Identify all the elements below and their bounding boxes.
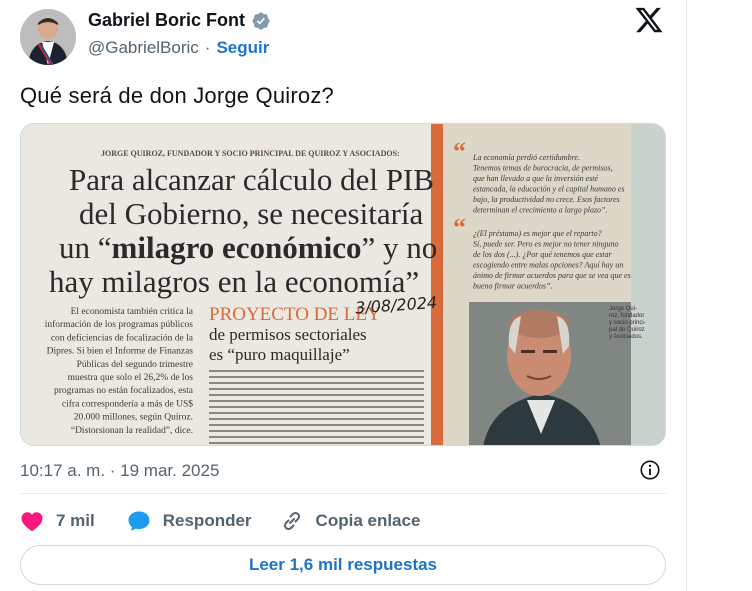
column-divider: [686, 0, 687, 591]
clip-left-column-line: información de los programas públicos: [45, 319, 194, 330]
divider: [20, 493, 666, 494]
clip-left-column-line: Dipres. Si bien el Informe de Finanzas: [47, 346, 194, 357]
clip-quote-2-line: bueno firmar acuerdos”.: [473, 282, 552, 291]
x-logo-icon[interactable]: [634, 5, 664, 35]
heart-icon: [21, 512, 43, 532]
reply-button[interactable]: Responder: [127, 510, 252, 532]
reply-bubble-icon: [128, 511, 150, 531]
clip-quote-1-line: La economía perdió certidumbre.: [472, 153, 580, 162]
follow-button[interactable]: Seguir: [216, 38, 269, 58]
copy-link-label: Copia enlace: [315, 511, 421, 530]
clip-quote-2-line: ánimo de firmar acuerdos para que se vea…: [473, 271, 631, 280]
clip-left-column-line: cifra correspondería a más de US$: [62, 398, 193, 409]
clip-quote-2-line: escogiendo entre malas opciones? Aquí ha…: [473, 261, 623, 270]
link-icon: [283, 511, 300, 531]
verified-badge-icon: [252, 11, 270, 30]
clip-left-column-line: El economista también critica la: [71, 307, 194, 317]
clip-quote-1-line: que han llevado a que la inversión esté: [473, 174, 599, 183]
read-replies-button[interactable]: Leer 1,6 mil respuestas: [20, 545, 666, 585]
clip-caption-line: y Asociados.: [609, 334, 643, 340]
clip-left-column-line: 20.000 millones, según Quiroz.: [74, 413, 193, 423]
clip-caption-line: pal de Quiroz: [609, 327, 645, 333]
copy-link-button[interactable]: Copia enlace: [280, 509, 421, 533]
author-avatar[interactable]: [20, 9, 76, 65]
clip-left-column-line: programas no están focalizados, esta: [54, 385, 194, 396]
svg-text:“: “: [453, 137, 466, 166]
clip-headline-3a: un “: [59, 230, 112, 265]
clip-caption-line: Jorge Qui-: [609, 306, 637, 312]
clip-kicker: JORGE QUIROZ, FUNDADOR Y SOCIO PRINCIPAL…: [101, 149, 400, 158]
clip-quote-2-line: Sí, puede ser. Pero es mejor no tener ni…: [473, 240, 618, 249]
clip-left-column-line: muestra que solo el 26,2% de los: [68, 373, 194, 383]
clip-caption-line: y socio princi-: [609, 320, 646, 326]
tweet-timestamp[interactable]: 10:17 a. m. · 19 mar. 2025: [20, 461, 219, 481]
clip-headline-1: Para alcanzar cálculo del PIB: [69, 162, 434, 197]
reply-label: Responder: [162, 511, 252, 530]
clip-quote-1-line: determinan el crecimiento a largo plazo”…: [473, 206, 608, 215]
clip-headline-4: hay milagros en la economía”: [49, 264, 419, 299]
svg-text:“: “: [453, 213, 466, 242]
like-button[interactable]: 7 mil: [20, 510, 95, 532]
clip-portrait-photo: [469, 302, 631, 445]
clip-section-sub-2: es “puro maquillaje”: [209, 345, 350, 364]
clip-quote-1-line: bajo, la productividad no crece. Esos fa…: [473, 195, 620, 204]
clip-quote-1-line: estancada, la educación y el capital hum…: [473, 185, 625, 194]
like-count: 7 mil: [56, 511, 95, 530]
handle-separator: ·: [204, 38, 211, 57]
clip-headline-3c: ” y no: [361, 230, 437, 265]
clip-quote-2-line: ¿(El préstamo) es mejor que el reparto?: [473, 229, 602, 238]
clip-headline-3b: milagro económico: [112, 230, 362, 265]
author-display-name[interactable]: Gabriel Boric Font: [88, 10, 245, 31]
clip-quote-1-line: Tenemos temas de burocracia, de permisos…: [473, 164, 613, 173]
svg-text:un “milagro económico” y no: un “milagro económico” y no: [59, 230, 437, 265]
clip-left-column-line: con deficiencias de focalización de la: [51, 332, 194, 343]
tweet-actions: 7 mil Responder Copia enlace: [20, 509, 420, 533]
clip-left-column-line: “Distorsionan la realidad”, dice.: [71, 426, 193, 436]
info-icon[interactable]: [639, 459, 661, 481]
clip-section-sub-1: de permisos sectoriales: [209, 325, 367, 344]
tweet-text: Qué será de don Jorge Quiroz?: [20, 83, 334, 108]
tweet-media-image[interactable]: JORGE QUIROZ, FUNDADOR Y SOCIO PRINCIPAL…: [20, 123, 666, 446]
author-handle[interactable]: @GabrielBoric: [88, 38, 199, 58]
clip-caption-line: roz, fundador: [609, 313, 644, 319]
clip-quote-2-line: de los dos (...). ¿Por qué tenemos que e…: [473, 250, 613, 259]
newspaper-clipping: JORGE QUIROZ, FUNDADOR Y SOCIO PRINCIPAL…: [21, 124, 665, 445]
clip-left-column-line: Públicas del segundo trimestre: [77, 360, 193, 370]
clip-headline-2: del Gobierno, se necesitaría: [79, 196, 424, 231]
